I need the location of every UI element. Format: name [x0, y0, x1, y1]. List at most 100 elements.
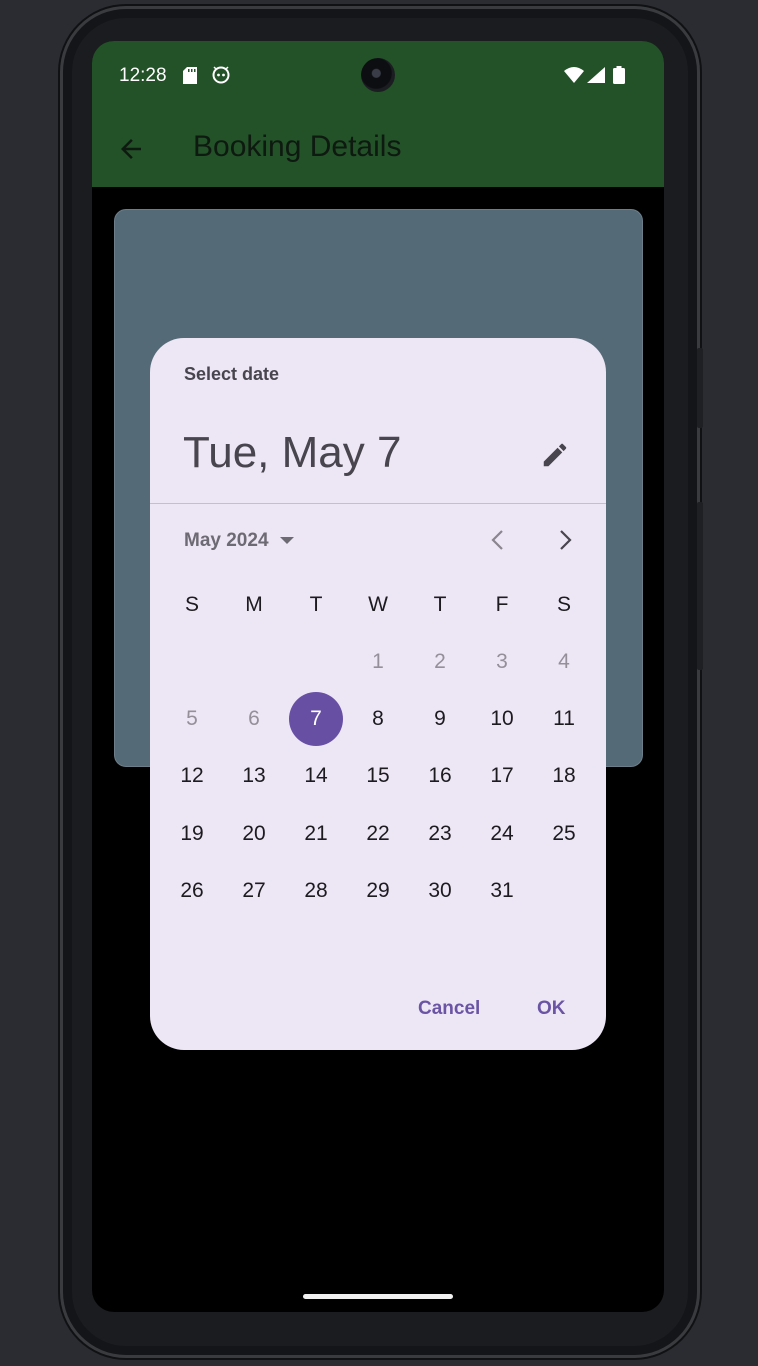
edit-pencil-icon[interactable]	[540, 440, 570, 470]
day-cell[interactable]: 26	[161, 862, 223, 919]
day-cell[interactable]: 22	[347, 805, 409, 862]
month-year-label: May 2024	[184, 530, 269, 551]
day-cell[interactable]: 29	[347, 862, 409, 919]
day-cell: 1	[347, 633, 409, 690]
day-cell[interactable]: 18	[533, 748, 595, 805]
day-cell[interactable]: 16	[409, 748, 471, 805]
header-divider	[150, 503, 606, 504]
day-number: 18	[552, 764, 576, 788]
day-cell[interactable]: 17	[471, 748, 533, 805]
day-cell[interactable]: 25	[533, 805, 595, 862]
wifi-icon	[564, 67, 584, 83]
day-cell[interactable]: 31	[471, 862, 533, 919]
battery-icon	[613, 66, 625, 84]
weekday-label: T	[433, 592, 447, 616]
day-number: 14	[304, 764, 328, 788]
calendar-weeks: 1 2 3 4 5 6 7 8 9 10 11 12 13 14 15 16 17 18 19 20 21 22 23 24 2…	[161, 633, 595, 919]
day-cell[interactable]: 24	[471, 805, 533, 862]
selected-day-cell[interactable]: 7	[285, 690, 347, 747]
day-number: 29	[366, 878, 390, 902]
day-number: 4	[558, 649, 570, 673]
power-button	[697, 348, 703, 428]
day-number: 15	[366, 764, 390, 788]
arrow-back-icon[interactable]	[116, 134, 146, 164]
day-number: 13	[242, 764, 266, 788]
day-number: 23	[428, 821, 452, 845]
day-cell[interactable]: 14	[285, 748, 347, 805]
empty-day-cell	[533, 862, 595, 919]
page-title: Booking Details	[193, 130, 402, 163]
empty-day-cell	[161, 633, 223, 690]
day-number: 7	[289, 691, 343, 746]
weekday-label: S	[556, 592, 571, 616]
day-cell[interactable]: 21	[285, 805, 347, 862]
day-cell[interactable]: 10	[471, 690, 533, 747]
day-number: 3	[496, 649, 508, 673]
empty-day-cell	[285, 633, 347, 690]
day-number: 28	[304, 878, 328, 902]
calendar-week-row: 19 20 21 22 23 24 25	[161, 805, 595, 862]
day-cell[interactable]: 9	[409, 690, 471, 747]
day-number: 21	[304, 821, 328, 845]
dialog-subtitle: Select date	[184, 364, 280, 384]
day-number: 2	[434, 649, 446, 673]
weekday-header-row: SMTWTFS	[161, 576, 595, 633]
chevron-left-icon[interactable]	[486, 527, 510, 553]
day-cell[interactable]: 19	[161, 805, 223, 862]
chevron-right-icon[interactable]	[553, 527, 577, 553]
day-number: 16	[428, 764, 452, 788]
calendar-week-row: 12 13 14 15 16 17 18	[161, 748, 595, 805]
status-bar: 12:28	[92, 41, 664, 111]
day-number: 22	[366, 821, 390, 845]
app-bar: Booking Details	[92, 111, 664, 187]
day-cell[interactable]: 15	[347, 748, 409, 805]
day-number: 17	[490, 764, 514, 788]
status-time: 12:28	[119, 65, 167, 86]
day-cell[interactable]: 20	[223, 805, 285, 862]
day-number: 31	[490, 878, 514, 902]
month-year-selector[interactable]: May 2024	[184, 528, 295, 554]
day-number: 26	[180, 878, 204, 902]
weekday-label: S	[184, 592, 199, 616]
day-number: 20	[242, 821, 266, 845]
day-number: 9	[434, 706, 446, 730]
day-number: 27	[242, 878, 266, 902]
day-cell[interactable]: 27	[223, 862, 285, 919]
weekday-label: M	[245, 592, 263, 616]
day-number: 10	[490, 706, 514, 730]
day-cell[interactable]: 11	[533, 690, 595, 747]
volume-button	[697, 502, 703, 670]
day-cell[interactable]: 28	[285, 862, 347, 919]
signal-icon	[587, 67, 605, 83]
day-cell[interactable]: 23	[409, 805, 471, 862]
selected-date-headline: Tue, May 7	[183, 428, 402, 477]
day-number: 25	[552, 821, 576, 845]
day-cell: 6	[223, 690, 285, 747]
day-cell[interactable]: 8	[347, 690, 409, 747]
day-number: 24	[490, 821, 514, 845]
day-number: 12	[180, 764, 204, 788]
day-number: 19	[180, 821, 204, 845]
day-cell[interactable]: 12	[161, 748, 223, 805]
day-number: 30	[428, 878, 452, 902]
empty-day-cell	[223, 633, 285, 690]
android-bot-icon	[212, 66, 230, 84]
day-number: 5	[186, 706, 198, 730]
day-number: 8	[372, 706, 384, 730]
ok-button[interactable]: OK	[527, 992, 576, 1026]
day-cell: 2	[409, 633, 471, 690]
weekday-label: F	[495, 592, 509, 616]
day-number: 1	[372, 649, 384, 673]
calendar-week-row: 5 6 7 8 9 10 11	[161, 690, 595, 747]
day-cell: 5	[161, 690, 223, 747]
day-cell: 4	[533, 633, 595, 690]
cancel-button[interactable]: Cancel	[408, 992, 490, 1026]
weekday-label: T	[309, 592, 323, 616]
front-camera	[361, 58, 395, 92]
dropdown-arrow-icon	[279, 537, 294, 544]
day-cell[interactable]: 30	[409, 862, 471, 919]
day-number: 6	[248, 706, 260, 730]
home-indicator[interactable]	[303, 1294, 453, 1299]
day-cell[interactable]: 13	[223, 748, 285, 805]
calendar-grid: SMTWTFS 1 2 3 4 5 6 7 8 9 10 11 12 13 14 15 16 17 18 19 20 2…	[161, 576, 595, 919]
